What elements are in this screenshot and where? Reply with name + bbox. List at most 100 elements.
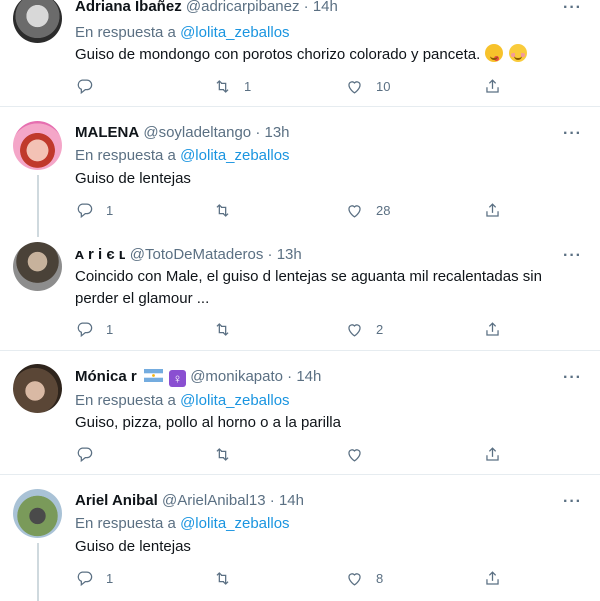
tweet-adriana[interactable]: Adriana Ibañez @adricarpibanez · 14h ···… bbox=[0, 0, 600, 106]
retweet-icon bbox=[216, 80, 229, 93]
share-icon bbox=[486, 447, 499, 461]
tweet-text: Guiso de lentejas bbox=[75, 538, 191, 555]
tweet-header: Mónica r ♀ @monikapato · 14h bbox=[75, 368, 321, 387]
retweet-icon bbox=[216, 323, 229, 336]
separator-dot: · bbox=[269, 492, 275, 509]
author-handle[interactable]: @monikapato bbox=[190, 368, 283, 385]
share-button[interactable] bbox=[483, 77, 502, 96]
separator-dot: · bbox=[255, 124, 261, 141]
reply-context: En respuesta a @lolita_zeballos bbox=[75, 147, 290, 165]
retweet-button[interactable] bbox=[213, 569, 244, 588]
more-options-icon[interactable]: ··· bbox=[563, 248, 582, 264]
share-button[interactable] bbox=[483, 201, 502, 220]
more-options-icon[interactable]: ··· bbox=[563, 494, 582, 510]
tweet-text: Guiso de mondongo con porotos chorizo co… bbox=[75, 44, 575, 66]
avatar[interactable] bbox=[13, 242, 62, 291]
tweet-actions: 1 8 bbox=[75, 569, 575, 589]
author-handle[interactable]: @ArielAnibal13 bbox=[162, 492, 266, 509]
retweet-button[interactable]: 1 bbox=[213, 77, 251, 96]
retweet-button[interactable] bbox=[213, 445, 244, 464]
like-button[interactable]: 10 bbox=[345, 77, 390, 96]
like-button[interactable]: 2 bbox=[345, 320, 383, 339]
share-button[interactable] bbox=[483, 569, 502, 588]
author-name[interactable]: Mónica r bbox=[75, 368, 137, 385]
reply-mention[interactable]: @lolita_zeballos bbox=[180, 392, 289, 409]
retweet-icon bbox=[216, 572, 229, 585]
reply-button[interactable]: 1 bbox=[75, 201, 113, 220]
share-icon bbox=[486, 322, 499, 336]
avatar[interactable] bbox=[13, 121, 62, 170]
author-handle[interactable]: @TotoDeMataderos bbox=[130, 246, 264, 263]
retweet-button[interactable] bbox=[213, 201, 244, 220]
share-icon bbox=[486, 571, 499, 585]
author-handle[interactable]: @soyladeltango bbox=[143, 124, 251, 141]
reply-icon bbox=[77, 79, 93, 95]
reply-prefix: En respuesta a bbox=[75, 515, 176, 532]
share-button[interactable] bbox=[483, 445, 502, 464]
separator-dot: · bbox=[267, 246, 273, 263]
like-count: 10 bbox=[376, 79, 391, 94]
reply-prefix: En respuesta a bbox=[75, 392, 176, 409]
reply-prefix: En respuesta a bbox=[75, 24, 176, 41]
share-icon bbox=[486, 203, 499, 217]
separator-dot: · bbox=[303, 0, 309, 15]
tweet-text: Coincido con Male, el guiso d lentejas s… bbox=[75, 268, 542, 307]
avatar[interactable] bbox=[13, 489, 62, 538]
reply-mention[interactable]: @lolita_zeballos bbox=[180, 515, 289, 532]
reply-context: En respuesta a @lolita_zeballos bbox=[75, 515, 290, 533]
reply-context: En respuesta a @lolita_zeballos bbox=[75, 24, 290, 42]
like-button[interactable] bbox=[345, 445, 376, 464]
avatar[interactable] bbox=[13, 0, 62, 43]
reply-button[interactable]: 1 bbox=[75, 320, 113, 339]
tweet-monica[interactable]: Mónica r ♀ @monikapato · 14h ··· En resp… bbox=[0, 351, 600, 474]
yum-face-emoji bbox=[485, 44, 504, 62]
tweet-header: MALENA @soyladeltango · 13h bbox=[75, 124, 290, 142]
reply-button[interactable] bbox=[75, 77, 106, 96]
reply-count: 1 bbox=[106, 203, 114, 218]
reply-mention[interactable]: @lolita_zeballos bbox=[180, 147, 289, 164]
timestamp[interactable]: 13h bbox=[277, 246, 302, 263]
author-handle[interactable]: @adricarpibanez bbox=[186, 0, 300, 15]
author-name[interactable]: MALENA bbox=[75, 124, 139, 141]
retweet-button[interactable] bbox=[213, 320, 244, 339]
retweet-icon bbox=[216, 204, 229, 217]
reply-icon bbox=[77, 322, 93, 338]
timestamp[interactable]: 14h bbox=[296, 368, 321, 385]
timestamp[interactable]: 14h bbox=[313, 0, 338, 15]
heart-icon bbox=[348, 205, 361, 218]
reply-button[interactable] bbox=[75, 445, 106, 464]
author-name[interactable]: Ariel Anibal bbox=[75, 492, 158, 509]
reply-icon bbox=[77, 203, 93, 219]
heart-icon bbox=[348, 324, 361, 337]
more-options-icon[interactable]: ··· bbox=[563, 126, 582, 142]
like-count: 2 bbox=[376, 322, 384, 337]
reply-mention[interactable]: @lolita_zeballos bbox=[180, 24, 289, 41]
timestamp[interactable]: 13h bbox=[265, 124, 290, 141]
like-button[interactable]: 8 bbox=[345, 569, 383, 588]
reply-button[interactable]: 1 bbox=[75, 569, 113, 588]
tweet-actions: 1 10 bbox=[75, 77, 575, 97]
relieved-face-emoji bbox=[508, 44, 527, 62]
author-name[interactable]: Adriana Ibañez bbox=[75, 0, 182, 15]
retweet-icon bbox=[216, 448, 229, 461]
more-options-icon[interactable]: ··· bbox=[563, 370, 582, 386]
tweet-text: Guiso, pizza, pollo al horno o a la pari… bbox=[75, 414, 341, 431]
author-name[interactable]: ᴀ r i є ʟ bbox=[75, 246, 126, 263]
reply-icon bbox=[77, 571, 93, 587]
tweet-malena[interactable]: MALENA @soyladeltango · 13h ··· En respu… bbox=[0, 107, 600, 232]
share-button[interactable] bbox=[483, 320, 502, 339]
reply-icon bbox=[77, 447, 93, 463]
reply-count: 1 bbox=[106, 571, 114, 586]
tweet-header: Adriana Ibañez @adricarpibanez · 14h bbox=[75, 0, 338, 16]
heart-icon bbox=[348, 573, 361, 586]
tweet-header: Ariel Anibal @ArielAnibal13 · 14h bbox=[75, 492, 304, 510]
avatar[interactable] bbox=[13, 364, 62, 413]
more-options-icon[interactable]: ··· bbox=[563, 0, 582, 16]
tweet-ariel-toto[interactable]: ᴀ r i є ʟ @TotoDeMataderos · 13h ··· Coi… bbox=[0, 232, 600, 350]
female-sign-icon: ♀ bbox=[169, 370, 187, 387]
timestamp[interactable]: 14h bbox=[279, 492, 304, 509]
like-count: 8 bbox=[376, 571, 384, 586]
argentina-flag-icon bbox=[143, 369, 163, 382]
tweet-ariel-anibal[interactable]: Ariel Anibal @ArielAnibal13 · 14h ··· En… bbox=[0, 475, 600, 601]
like-button[interactable]: 28 bbox=[345, 201, 390, 220]
